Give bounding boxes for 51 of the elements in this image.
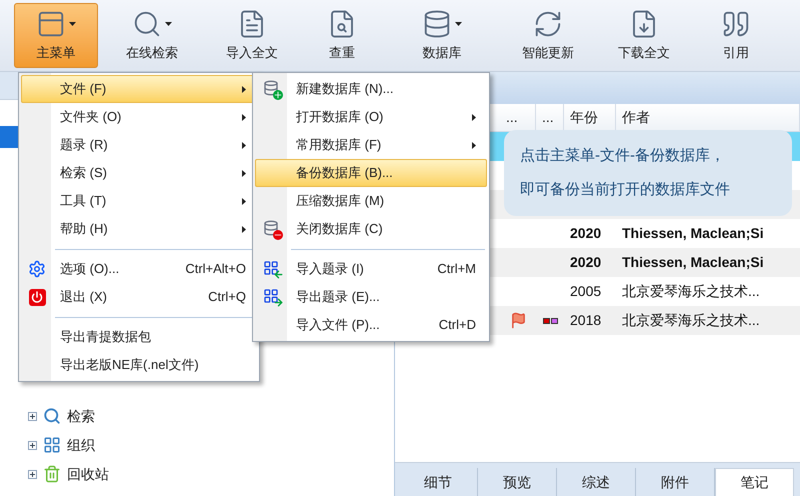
selected-tree-row: [0, 126, 18, 148]
toolbar-button[interactable]: 数据库: [386, 3, 498, 68]
tooltip-text: 即可备份当前打开的数据库文件: [520, 180, 731, 200]
database-add-icon: [263, 80, 281, 98]
table-import-icon: [263, 260, 281, 278]
expand-icon[interactable]: [28, 470, 37, 478]
database-icon: [422, 8, 452, 39]
settings-icon: [28, 260, 46, 278]
table-cell-text: Thiessen, Maclean;Si: [621, 253, 765, 272]
menu-item[interactable]: 帮助 (H): [21, 215, 257, 243]
toolbar-button[interactable]: 主菜单: [14, 3, 98, 68]
menu-item[interactable]: 导出老版NE库(.nel文件): [21, 351, 257, 379]
toolbar-button[interactable]: 导入全文: [206, 3, 298, 68]
menu-item[interactable]: 备份数据库 (B)...: [255, 159, 487, 187]
menu-item[interactable]: 选项 (O)... Ctrl+Alt+O: [21, 255, 257, 283]
toolbar-button[interactable]: 引用: [690, 3, 782, 68]
expand-icon[interactable]: [28, 440, 37, 450]
table-cell-text: 2020: [569, 224, 602, 243]
menu-item[interactable]: 题录 (R): [21, 131, 257, 159]
table-cell-text: Thiessen, Maclean;Si: [621, 224, 765, 243]
trash-icon: [43, 465, 61, 483]
grid-icon: [43, 436, 61, 454]
menu-item[interactable]: 工具 (T): [21, 187, 257, 215]
search-icon: [43, 407, 61, 425]
table-cell-text: 2020: [569, 253, 602, 272]
tab[interactable]: 细节: [399, 468, 478, 496]
tab[interactable]: 综述: [557, 468, 636, 496]
tree-item[interactable]: 回收站: [67, 464, 109, 484]
table-cell-text: 北京爱琴海乐之技术...: [621, 311, 761, 330]
table-cell-text: 2018: [569, 311, 602, 330]
menu-item[interactable]: 新建数据库 (N)...: [255, 75, 487, 103]
tab[interactable]: 笔记: [715, 468, 794, 496]
tab[interactable]: 预览: [478, 468, 557, 496]
tree-item[interactable]: 检索: [67, 406, 95, 426]
table-cell-text: 2005: [569, 282, 602, 301]
menu-item[interactable]: 检索 (S): [21, 159, 257, 187]
menu-item[interactable]: 退出 (X) Ctrl+Q: [21, 283, 257, 311]
toolbar-button[interactable]: 下载全文: [598, 3, 690, 68]
table-cell-text: 北京爱琴海乐之技术...: [621, 282, 761, 301]
toolbar-button[interactable]: 在线检索: [98, 3, 206, 68]
table-export-icon: [263, 288, 281, 306]
toolbar-button[interactable]: 查重: [298, 3, 386, 68]
tree-item[interactable]: 组织: [67, 434, 95, 456]
menu-item[interactable]: 打开数据库 (O): [255, 103, 487, 131]
menu-item[interactable]: 常用数据库 (F): [255, 131, 487, 159]
menu-item[interactable]: 文件夹 (O): [21, 103, 257, 131]
menu-item[interactable]: 压缩数据库 (M): [255, 187, 487, 215]
expand-icon[interactable]: [28, 412, 37, 420]
database-remove-icon: [263, 220, 281, 238]
tooltip-text: 点击主菜单-文件-备份数据库，: [520, 146, 726, 166]
toolbar-button[interactable]: 智能更新: [498, 3, 598, 68]
